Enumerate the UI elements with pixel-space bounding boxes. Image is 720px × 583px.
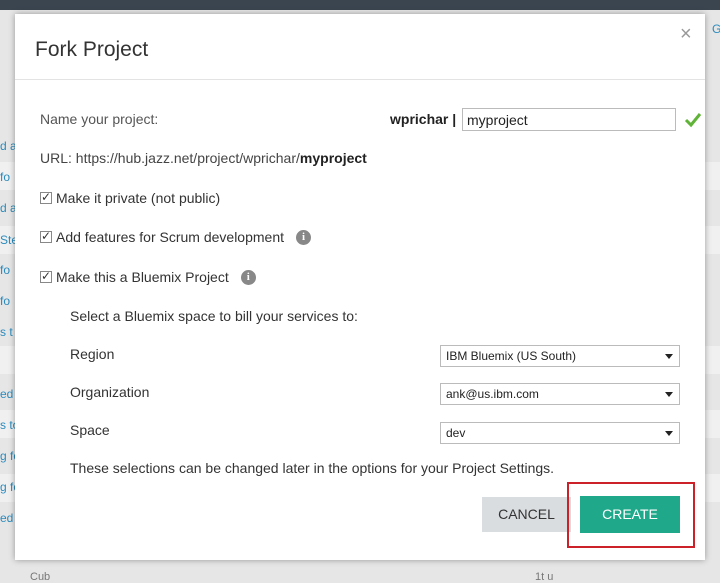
url-prefix: URL: https://hub.jazz.net/project/wprich…	[40, 150, 300, 166]
info-icon[interactable]: i	[296, 229, 312, 245]
create-button[interactable]: CREATE	[580, 496, 680, 533]
project-owner: wprichar |	[390, 111, 457, 127]
dialog-title: Fork Project	[35, 38, 149, 61]
settings-note: These selections can be changed later in…	[70, 460, 555, 476]
bg-link[interactable]: fo	[0, 263, 10, 277]
project-name-input[interactable]	[462, 108, 676, 131]
url-slug: myproject	[299, 150, 367, 166]
scrum-checkbox[interactable]: ✓	[40, 229, 52, 243]
organization-value: ank@us.ibm.com	[446, 387, 539, 401]
private-checkbox-row[interactable]: ✓ Make it private (not public)	[40, 190, 220, 206]
title-divider	[15, 79, 705, 80]
fork-project-dialog: Fork Project × Name your project: wprich…	[15, 14, 705, 560]
checkmark-icon: ✓	[41, 229, 52, 243]
checkmark-icon	[684, 113, 702, 128]
bg-right-link[interactable]: G	[712, 22, 720, 36]
project-url: URL: https://hub.jazz.net/project/wprich…	[40, 150, 367, 166]
info-icon[interactable]: i	[240, 269, 256, 285]
bg-bottom-text: 1t u	[535, 571, 554, 583]
project-name-label: Name your project:	[40, 111, 159, 127]
space-value: dev	[446, 426, 466, 440]
bg-bottom-text: Cub	[30, 571, 51, 583]
cancel-button[interactable]: CANCEL	[482, 497, 571, 532]
scrum-checkbox-label[interactable]: Add features for Scrum development	[56, 229, 284, 245]
space-label: Space	[70, 422, 110, 438]
private-checkbox[interactable]: ✓	[40, 190, 52, 204]
region-label: Region	[70, 346, 115, 362]
bg-link[interactable]: s t	[0, 325, 13, 339]
region-select[interactable]: IBM Bluemix (US South)	[440, 345, 680, 367]
bg-link[interactable]: fo	[0, 294, 10, 308]
scrum-checkbox-row[interactable]: ✓ Add features for Scrum development i	[40, 229, 312, 245]
bluemix-checkbox-label[interactable]: Make this a Bluemix Project	[56, 269, 229, 285]
organization-label: Organization	[70, 384, 150, 400]
bluemix-checkbox[interactable]: ✓	[40, 269, 52, 283]
chevron-down-icon	[665, 354, 673, 359]
private-checkbox-label[interactable]: Make it private (not public)	[56, 190, 220, 206]
app-top-bar	[0, 0, 720, 10]
bg-link[interactable]: ed	[0, 387, 13, 401]
space-select[interactable]: dev	[440, 422, 680, 444]
chevron-down-icon	[665, 392, 673, 397]
checkmark-icon: ✓	[41, 269, 52, 283]
chevron-down-icon	[665, 431, 673, 436]
bg-link[interactable]: ed	[0, 511, 13, 525]
bluemix-checkbox-row[interactable]: ✓ Make this a Bluemix Project i	[40, 269, 256, 285]
region-value: IBM Bluemix (US South)	[446, 349, 577, 363]
bluemix-intro: Select a Bluemix space to bill your serv…	[70, 308, 358, 324]
organization-select[interactable]: ank@us.ibm.com	[440, 383, 680, 405]
close-icon[interactable]: ×	[680, 24, 692, 44]
checkmark-icon: ✓	[41, 190, 52, 204]
bg-link[interactable]: fo	[0, 170, 10, 184]
